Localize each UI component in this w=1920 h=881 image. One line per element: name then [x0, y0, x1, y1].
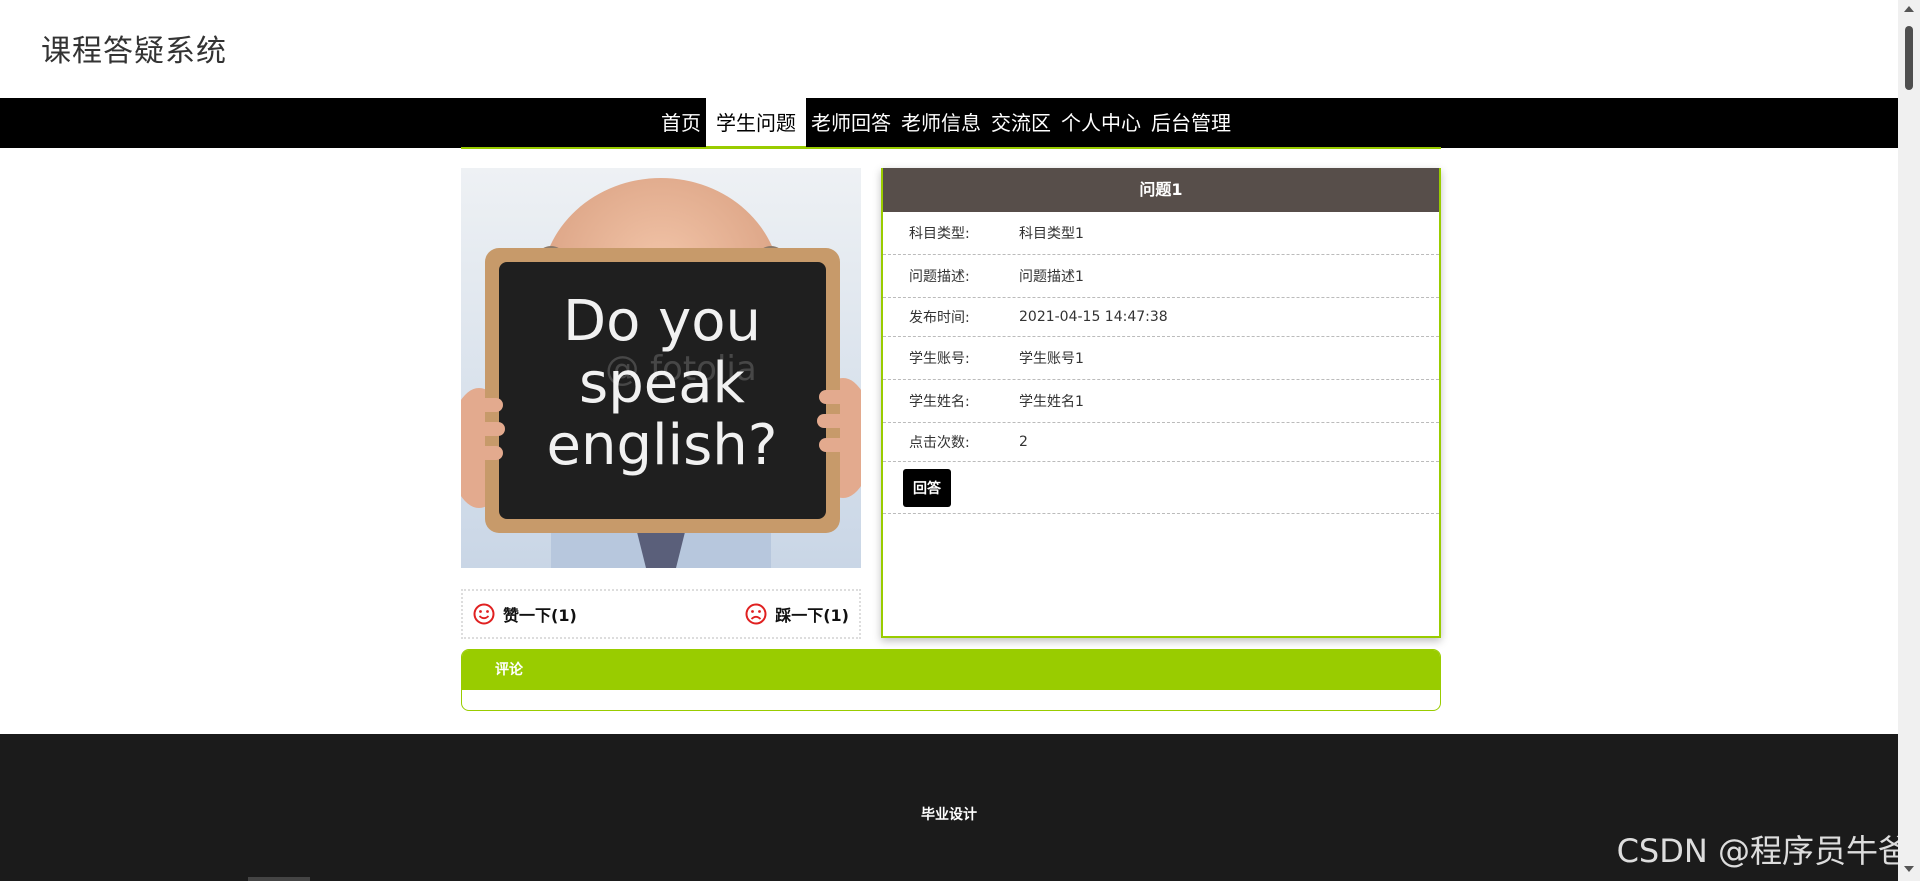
nav-item-teacher-info[interactable]: 老师信息 — [896, 98, 986, 148]
detail-value: 科目类型1 — [1019, 226, 1084, 242]
page-scrollbar[interactable] — [1898, 0, 1920, 881]
detail-row-student-name: 学生姓名: 学生姓名1 — [883, 380, 1439, 423]
detail-row-student-account: 学生账号: 学生账号1 — [883, 337, 1439, 380]
detail-actions: 回答 — [883, 462, 1439, 514]
board-text-line-1: Do you — [563, 289, 761, 354]
detail-value: 2 — [1019, 434, 1028, 450]
detail-value: 问题描述1 — [1019, 269, 1084, 285]
answer-button[interactable]: 回答 — [903, 468, 951, 507]
nav-item-teacher-answers[interactable]: 老师回答 — [806, 98, 896, 148]
detail-label: 问题描述: — [909, 269, 970, 285]
board-watermark: @ fotolia — [605, 349, 756, 389]
footer-tab-edge — [248, 877, 310, 881]
like-label: 赞一下(1) — [503, 606, 577, 625]
detail-value: 2021-04-15 14:47:38 — [1019, 309, 1168, 325]
frown-icon — [745, 603, 767, 625]
detail-label: 科目类型: — [909, 226, 970, 242]
question-title: 问题1 — [883, 168, 1439, 212]
nav-item-forum[interactable]: 交流区 — [986, 98, 1056, 148]
comment-section-title: 评论 — [462, 650, 1440, 690]
comment-section: 评论 — [461, 649, 1441, 711]
detail-row-publish-time: 发布时间: 2021-04-15 14:47:38 — [883, 298, 1439, 337]
scroll-down-arrow-icon[interactable] — [1904, 866, 1914, 872]
nav-underline-divider — [461, 147, 1441, 149]
nav-item-home[interactable]: 首页 — [656, 98, 706, 148]
board-text-line-3: english? — [547, 413, 778, 478]
detail-row-description: 问题描述: 问题描述1 — [883, 255, 1439, 298]
scroll-up-arrow-icon[interactable] — [1904, 6, 1914, 12]
detail-label: 学生姓名: — [909, 394, 970, 410]
dislike-label: 踩一下(1) — [775, 606, 849, 625]
detail-row-subject: 科目类型: 科目类型1 — [883, 212, 1439, 255]
detail-value: 学生账号1 — [1019, 351, 1084, 367]
detail-value: 学生姓名1 — [1019, 394, 1084, 410]
like-button[interactable]: 赞一下(1) — [473, 591, 577, 637]
footer-text: 毕业设计 — [921, 807, 977, 823]
dislike-button[interactable]: 踩一下(1) — [745, 591, 849, 637]
detail-label: 发布时间: — [909, 310, 970, 326]
nav-list: 首页 学生问题 老师回答 老师信息 交流区 个人中心 后台管理 — [656, 98, 1236, 148]
site-header: 课程答疑系统 — [0, 0, 1898, 98]
smile-icon — [473, 603, 495, 625]
scrollbar-thumb[interactable] — [1905, 26, 1913, 90]
nav-item-profile[interactable]: 个人中心 — [1056, 98, 1146, 148]
detail-label: 点击次数: — [909, 435, 970, 451]
detail-row-click-count: 点击次数: 2 — [883, 423, 1439, 462]
top-navigation: 首页 学生问题 老师回答 老师信息 交流区 个人中心 后台管理 — [0, 98, 1898, 148]
nav-item-student-questions[interactable]: 学生问题 — [706, 98, 806, 148]
chalkboard-illustration: Do you speak english? @ fotolia — [461, 168, 861, 568]
footer: 毕业设计 — [0, 734, 1898, 881]
nav-item-admin[interactable]: 后台管理 — [1146, 98, 1236, 148]
vote-bar: 赞一下(1) 踩一下(1) — [461, 589, 861, 639]
question-image: Do you speak english? @ fotolia — [461, 168, 861, 568]
question-detail-card: 问题1 科目类型: 科目类型1 问题描述: 问题描述1 发布时间: 2021-0… — [881, 168, 1441, 638]
watermark-text: CSDN @程序员牛爸 — [1616, 832, 1910, 870]
detail-label: 学生账号: — [909, 351, 970, 367]
site-title: 课程答疑系统 — [41, 34, 227, 69]
